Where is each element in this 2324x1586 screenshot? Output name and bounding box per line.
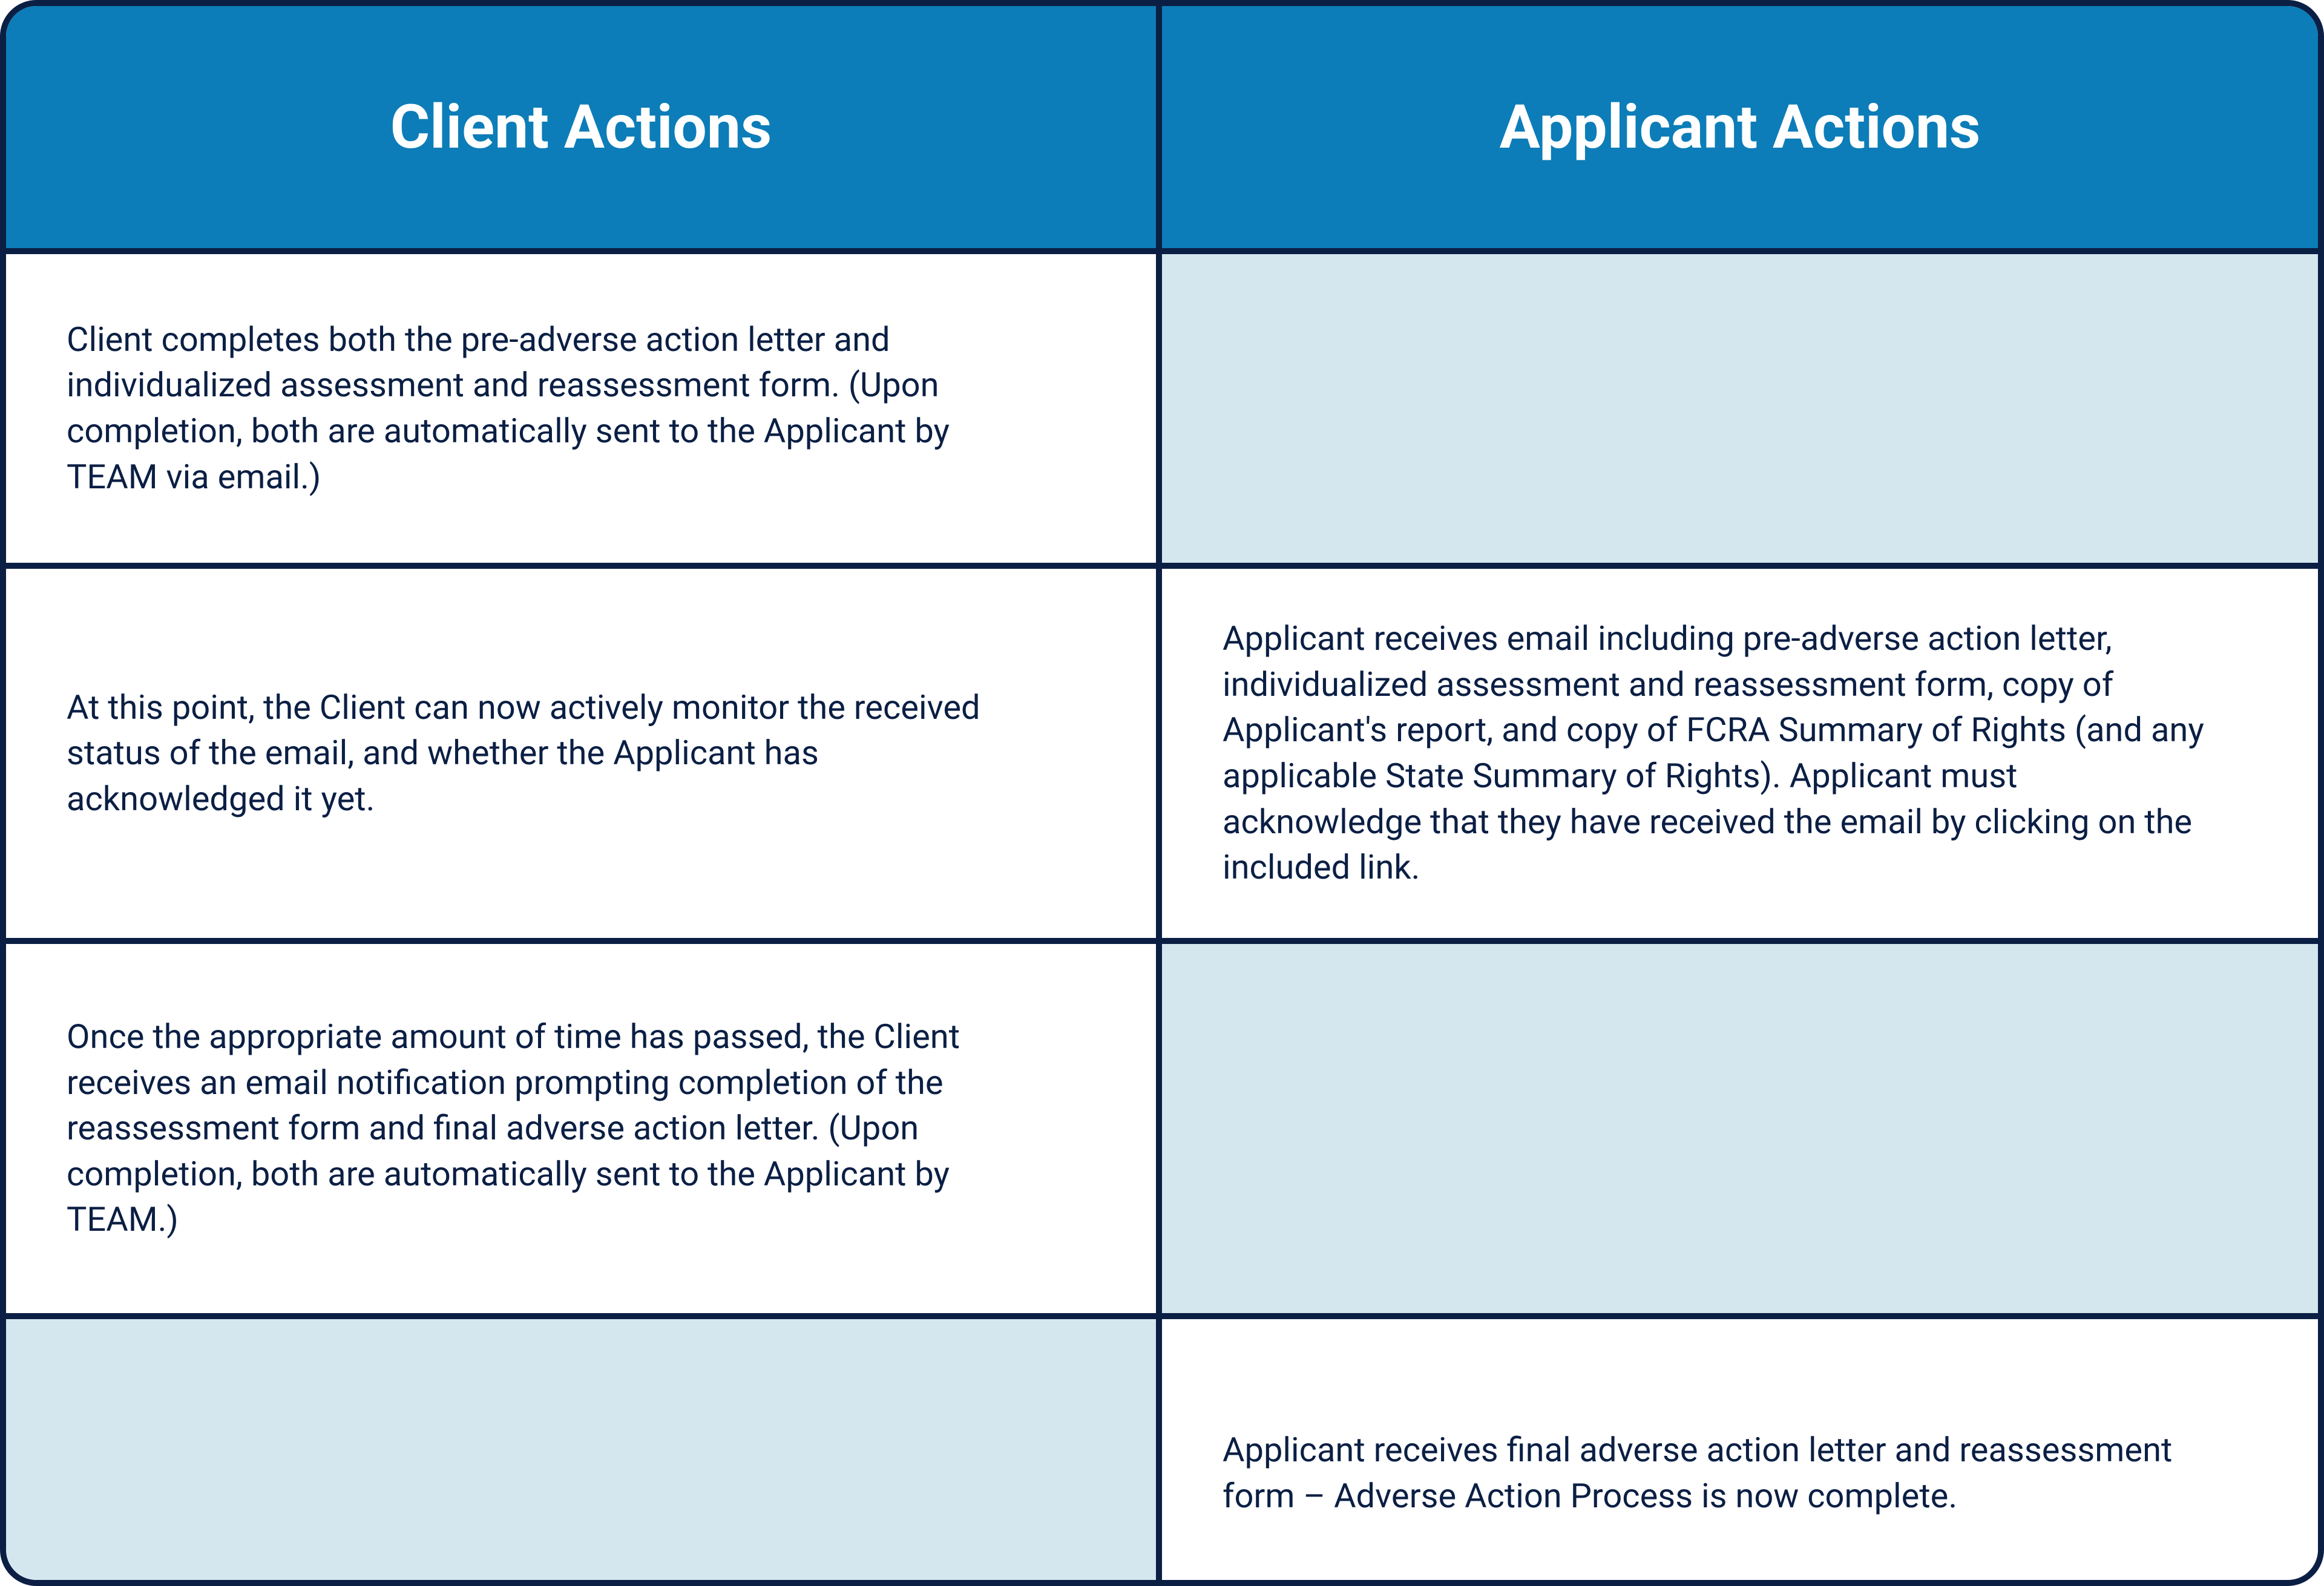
table-row: At this point, the Client can now active…: [6, 563, 2318, 938]
table-header-row: Client Actions Applicant Actions: [6, 6, 2318, 248]
header-client-label: Client Actions: [390, 87, 772, 168]
header-applicant-label: Applicant Actions: [1500, 87, 1981, 168]
header-client-actions: Client Actions: [6, 6, 1162, 248]
table-row: Once the appropriate amount of time has …: [6, 938, 2318, 1313]
table-row: Applicant receives final adverse action …: [6, 1313, 2318, 1586]
client-cell-4: [6, 1313, 1162, 1586]
client-cell-1: Client completes both the pre-adverse ac…: [6, 248, 1162, 563]
applicant-text-2: Applicant receives email including pre-a…: [1223, 616, 2206, 891]
applicant-text-4: Applicant receives final adverse action …: [1223, 1427, 2206, 1519]
client-text-2: At this point, the Client can now active…: [67, 685, 1044, 822]
client-text-3: Once the appropriate amount of time has …: [67, 1014, 1044, 1243]
applicant-cell-3: [1162, 938, 2318, 1313]
table-row: Client completes both the pre-adverse ac…: [6, 248, 2318, 563]
applicant-cell-4: Applicant receives final adverse action …: [1162, 1313, 2318, 1586]
client-text-1: Client completes both the pre-adverse ac…: [67, 317, 1044, 500]
header-applicant-actions: Applicant Actions: [1162, 6, 2318, 248]
applicant-cell-2: Applicant receives email including pre-a…: [1162, 563, 2318, 938]
actions-table: Client Actions Applicant Actions Client …: [0, 0, 2324, 1586]
client-cell-3: Once the appropriate amount of time has …: [6, 938, 1162, 1313]
client-cell-2: At this point, the Client can now active…: [6, 563, 1162, 938]
applicant-cell-1: [1162, 248, 2318, 563]
